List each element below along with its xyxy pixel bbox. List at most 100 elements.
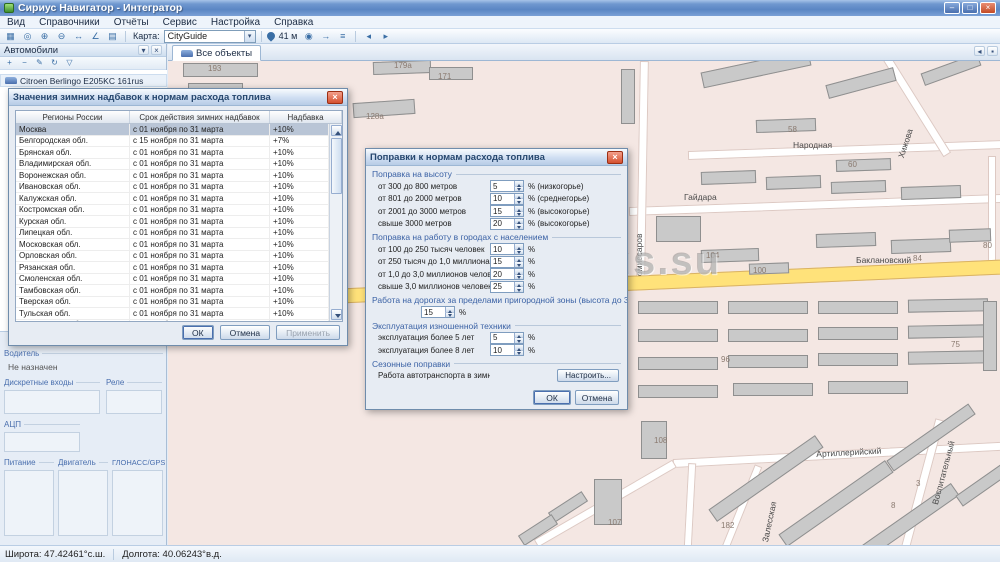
building <box>621 69 635 124</box>
scroll-thumb[interactable] <box>331 138 342 194</box>
layers-icon[interactable]: ▤ <box>105 30 120 43</box>
value-spinner[interactable]: 20 <box>490 218 524 230</box>
menu-item[interactable]: Настройка <box>204 17 267 28</box>
chevron-down-icon[interactable]: ▾ <box>244 31 255 42</box>
ok-button[interactable]: ОК <box>533 390 571 405</box>
apply-button[interactable]: Применить <box>276 325 340 340</box>
cancel-button[interactable]: Отмена <box>220 325 271 340</box>
table-row[interactable]: Тамбовская обл.с 01 ноября по 31 марта+1… <box>16 285 329 297</box>
building <box>353 99 416 118</box>
pan-icon[interactable]: ↔ <box>71 30 86 43</box>
spinner-down-icon[interactable] <box>514 224 523 229</box>
marker-icon[interactable]: ◉ <box>301 30 316 43</box>
spinner-down-icon[interactable] <box>514 275 523 280</box>
spinner-down-icon[interactable] <box>514 287 523 292</box>
table-row[interactable]: Тверская обл.с 01 ноября по 31 марта+10% <box>16 297 329 309</box>
table-row[interactable]: Курская обл.с 01 ноября по 31 марта+10% <box>16 216 329 228</box>
table-row[interactable]: Тульская обл.с 01 ноября по 31 марта+10% <box>16 308 329 320</box>
settings-icon[interactable]: ≡ <box>335 30 350 43</box>
close-icon[interactable]: × <box>327 91 343 104</box>
value-spinner[interactable]: 15 <box>421 306 455 318</box>
refresh-icon[interactable]: ↻ <box>48 58 61 69</box>
value-spinner[interactable]: 5 <box>490 332 524 344</box>
house-number: 182 <box>721 521 734 530</box>
menu-item[interactable]: Справочники <box>32 17 107 28</box>
table-row[interactable]: Брянская обл.с 01 ноября по 31 марта+10% <box>16 147 329 159</box>
building <box>733 383 813 396</box>
table-row[interactable]: Липецкая обл.с 01 ноября по 31 марта+10% <box>16 228 329 240</box>
map-source-select[interactable]: CityGuide ▾ <box>164 30 256 43</box>
spinner-down-icon[interactable] <box>514 199 523 204</box>
remove-vehicle-icon[interactable]: − <box>18 58 31 69</box>
table-row[interactable]: Смоленская обл.с 01 ноября по 31 марта+1… <box>16 274 329 286</box>
column-header[interactable]: Срок действия зимних надбавок <box>130 111 270 123</box>
column-header[interactable]: Регионы России <box>16 111 130 123</box>
spinner-down-icon[interactable] <box>514 250 523 255</box>
collapse-panel-icon[interactable]: ◂ <box>974 46 985 56</box>
route-icon[interactable]: → <box>318 30 333 43</box>
table-row[interactable]: Воронежская обл.с 01 ноября по 31 марта+… <box>16 170 329 182</box>
menu-item[interactable]: Отчёты <box>107 17 156 28</box>
save-icon[interactable]: ▦ <box>3 30 18 43</box>
value-spinner[interactable]: 15 <box>490 205 524 217</box>
back-icon[interactable]: ◂ <box>361 30 376 43</box>
dock-icon[interactable]: ▪ <box>987 46 998 56</box>
table-row[interactable]: Ивановская обл.с 01 ноября по 31 марта+1… <box>16 182 329 194</box>
add-vehicle-icon[interactable]: + <box>3 58 16 69</box>
spinner-down-icon[interactable] <box>514 262 523 267</box>
minimize-button[interactable]: – <box>944 2 960 14</box>
menu-item[interactable]: Вид <box>0 17 32 28</box>
maximize-button[interactable]: □ <box>962 2 978 14</box>
table-row[interactable]: Москвас 01 ноября по 31 марта+10% <box>16 124 329 136</box>
spinner-down-icon[interactable] <box>514 187 523 192</box>
zoom-in-icon[interactable]: ⊕ <box>37 30 52 43</box>
close-icon[interactable]: × <box>607 151 623 164</box>
zoom-out-icon[interactable]: ⊖ <box>54 30 69 43</box>
building <box>778 460 893 545</box>
edit-vehicle-icon[interactable]: ✎ <box>33 58 46 69</box>
close-button[interactable]: × <box>980 2 996 14</box>
value-spinner[interactable]: 10 <box>490 243 524 255</box>
menu-item[interactable]: Справка <box>267 17 320 28</box>
cancel-button[interactable]: Отмена <box>575 390 619 405</box>
table-row[interactable]: Рязанская обл.с 01 ноября по 31 марта+10… <box>16 262 329 274</box>
scroll-down-icon[interactable] <box>331 309 342 320</box>
ok-button[interactable]: ОК <box>182 325 214 340</box>
spinner-down-icon[interactable] <box>514 338 523 343</box>
dialog-title-bar[interactable]: Значения зимних надбавок к нормам расход… <box>9 89 347 106</box>
building <box>818 327 898 340</box>
dialog-title-bar[interactable]: Поправки к нормам расхода топлива × <box>366 149 627 166</box>
correction-suffix: % <box>528 282 535 291</box>
configure-button[interactable]: Настроить... <box>557 369 619 382</box>
pin-icon[interactable]: ▾ <box>138 45 149 55</box>
scroll-up-icon[interactable] <box>331 125 342 136</box>
table-row[interactable]: Ярославская обл.с 01 ноября по 31 марта+… <box>16 320 329 322</box>
table-row[interactable]: Владимирская обл.с 01 ноября по 31 марта… <box>16 159 329 171</box>
table-row[interactable]: Белгородская обл.с 15 ноября по 31 марта… <box>16 136 329 148</box>
column-header[interactable]: Надбавка <box>270 111 342 123</box>
ruler-icon[interactable]: ∠ <box>88 30 103 43</box>
table-row[interactable]: Костромская обл.с 01 ноября по 31 марта+… <box>16 205 329 217</box>
search-icon[interactable]: ◎ <box>20 30 35 43</box>
value-spinner[interactable]: 10 <box>490 193 524 205</box>
table-row[interactable]: Калужская обл.с 01 ноября по 31 марта+10… <box>16 193 329 205</box>
value-spinner[interactable]: 20 <box>490 268 524 280</box>
value-spinner[interactable]: 10 <box>490 344 524 356</box>
building <box>828 381 908 394</box>
spinner-down-icon[interactable] <box>514 212 523 217</box>
value-spinner[interactable]: 5 <box>490 180 524 192</box>
filter-icon[interactable]: ▽ <box>63 58 76 69</box>
forward-icon[interactable]: ▸ <box>378 30 393 43</box>
spinner-down-icon[interactable] <box>445 313 454 318</box>
table-row[interactable]: Московская обл.с 01 ноября по 31 марта+1… <box>16 239 329 251</box>
table-row[interactable]: Орловская обл.с 01 ноября по 31 марта+10… <box>16 251 329 263</box>
spinner-down-icon[interactable] <box>514 351 523 356</box>
close-icon[interactable]: × <box>151 45 162 55</box>
vehicle-list-item[interactable]: Citroen Berlingo E205KC 161rus <box>0 74 167 87</box>
menu-item[interactable]: Сервис <box>156 17 204 28</box>
table-scrollbar[interactable] <box>329 124 342 321</box>
value-spinner[interactable]: 15 <box>490 256 524 268</box>
value-spinner[interactable]: 25 <box>490 281 524 293</box>
table-cell: Ярославская обл. <box>16 320 130 322</box>
tab-all-objects[interactable]: Все объекты <box>172 45 261 61</box>
